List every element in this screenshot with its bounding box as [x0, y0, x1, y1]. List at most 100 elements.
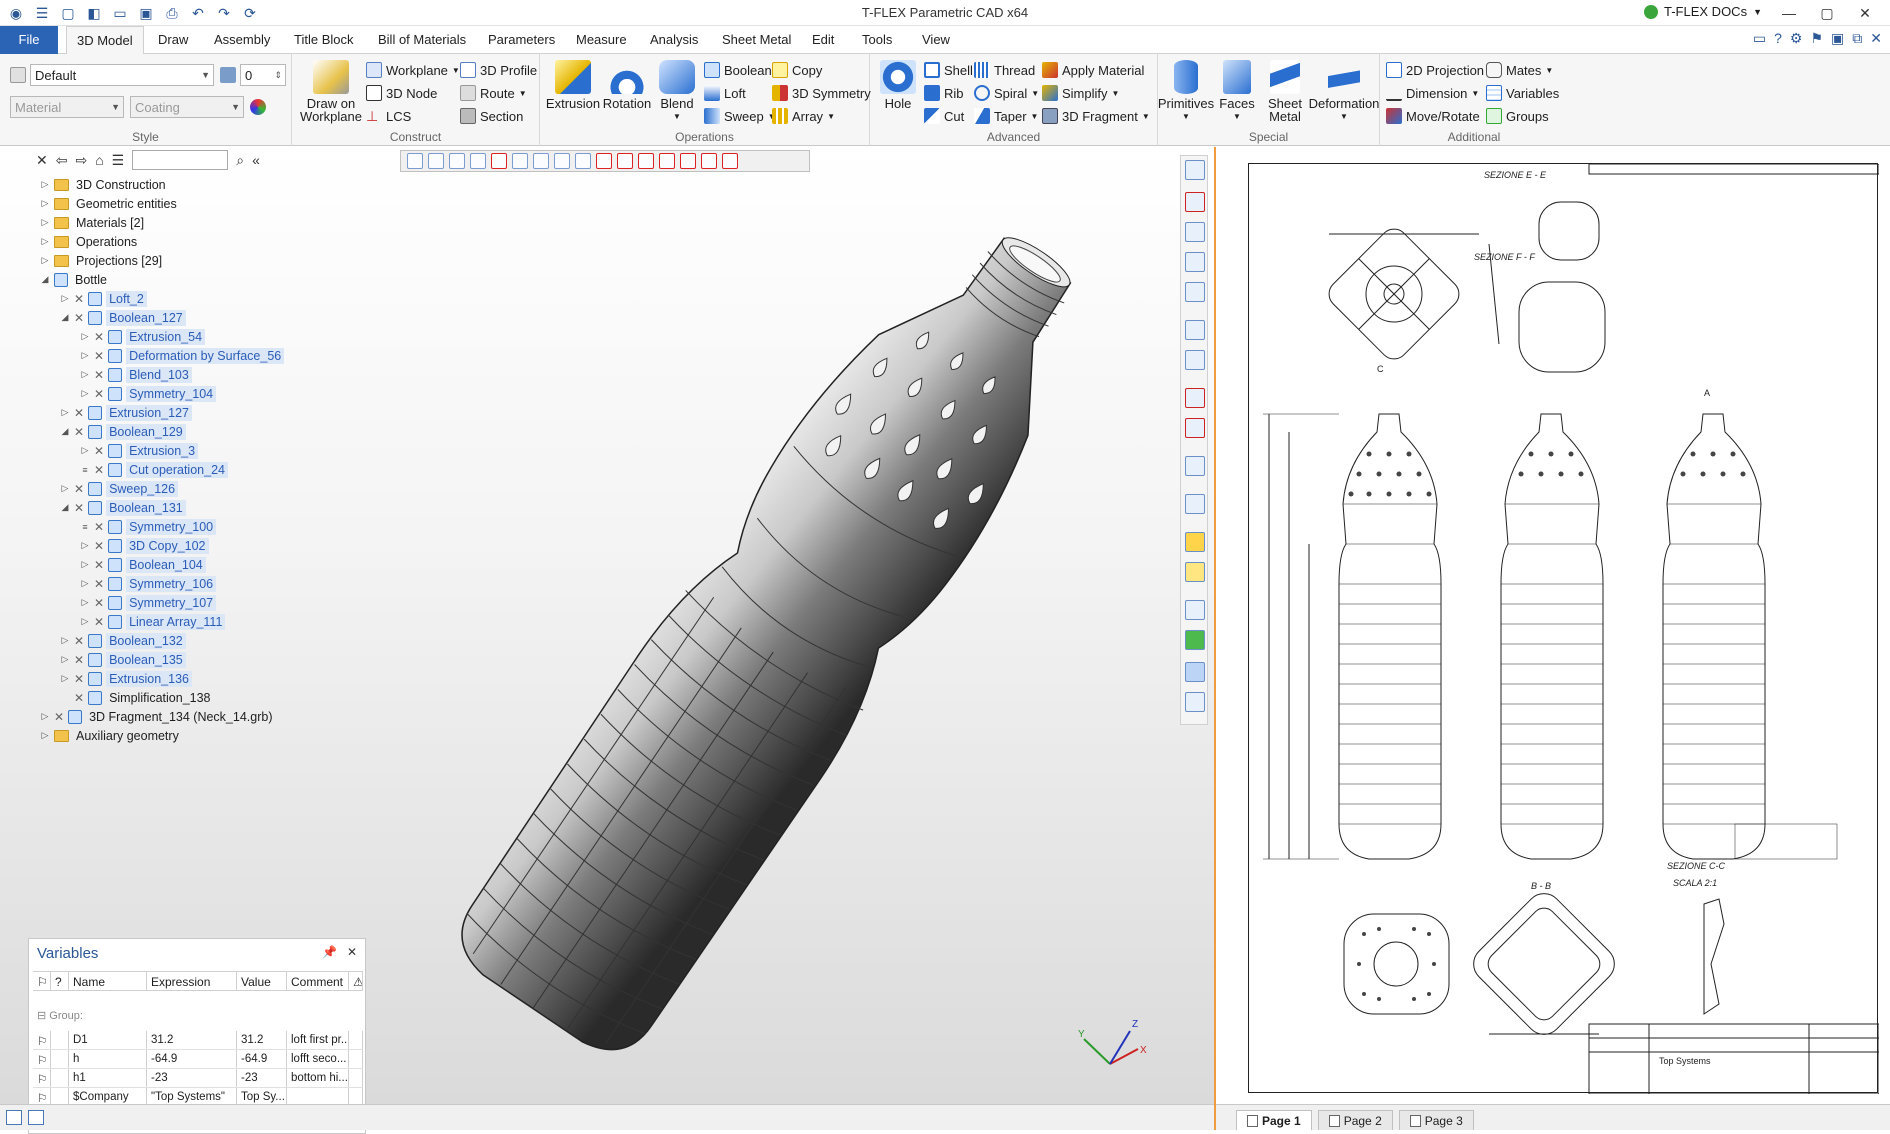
- search-icon[interactable]: ⌕: [236, 152, 244, 169]
- suppress-icon[interactable]: ✕: [74, 482, 84, 496]
- select-surface-icon[interactable]: [638, 153, 654, 169]
- docs-indicator[interactable]: T-FLEX DOCs ▼: [1644, 4, 1762, 19]
- suppress-icon[interactable]: ✕: [74, 672, 84, 686]
- suppress-icon[interactable]: ✕: [94, 463, 104, 477]
- expression-cell[interactable]: -23: [147, 1069, 237, 1087]
- cut-button[interactable]: Cut: [924, 108, 964, 124]
- expand-toggle-icon[interactable]: ≡: [80, 522, 90, 532]
- hide-icon[interactable]: [1185, 320, 1205, 340]
- show-icon[interactable]: [1185, 350, 1205, 370]
- suppress-icon[interactable]: ✕: [94, 387, 104, 401]
- color-icon[interactable]: [250, 99, 266, 115]
- window-list-icon[interactable]: ▭: [1753, 30, 1766, 47]
- list-view-icon[interactable]: ☰: [112, 152, 125, 169]
- tab-tools[interactable]: Tools: [852, 26, 902, 54]
- expand-toggle-icon[interactable]: ▷: [80, 445, 90, 456]
- deformation-button[interactable]: Deformation ▼: [1308, 60, 1380, 123]
- 3d-symmetry-button[interactable]: 3D Symmetry: [772, 85, 871, 101]
- loft-button[interactable]: Loft: [704, 85, 746, 101]
- face-icon[interactable]: [1185, 562, 1205, 582]
- tab-parameters[interactable]: Parameters: [478, 26, 565, 54]
- sweep-button[interactable]: Sweep▼: [704, 108, 776, 124]
- collapse-panel-icon[interactable]: «: [252, 152, 260, 168]
- layout-icon[interactable]: ▣: [1831, 30, 1844, 47]
- tree-node[interactable]: ▷ Materials [2]: [40, 213, 147, 232]
- help-icon[interactable]: ?: [1774, 30, 1782, 47]
- expand-toggle-icon[interactable]: ◢: [60, 312, 70, 323]
- tree-node[interactable]: ▷ ✕ 3D Copy_102: [80, 536, 209, 555]
- expand-toggle-icon[interactable]: ▷: [40, 179, 50, 190]
- shading-icon[interactable]: [1185, 630, 1205, 650]
- select-loop-icon[interactable]: [575, 153, 591, 169]
- restore-icon[interactable]: ⧉: [1852, 30, 1862, 47]
- expression-cell[interactable]: -64.9: [147, 1050, 237, 1068]
- suppress-icon[interactable]: ✕: [74, 406, 84, 420]
- select-edge-icon[interactable]: [533, 153, 549, 169]
- suppress-icon[interactable]: ✕: [94, 596, 104, 610]
- expand-toggle-icon[interactable]: ▷: [80, 578, 90, 589]
- faces-button[interactable]: Faces ▼: [1214, 60, 1260, 123]
- tree-node[interactable]: ▷ ✕ 3D Fragment_134 (Neck_14.grb): [40, 707, 276, 726]
- expand-toggle-icon[interactable]: ◢: [60, 426, 70, 437]
- bottle-model[interactable]: [370, 172, 1160, 1102]
- col-value[interactable]: Value: [237, 972, 287, 990]
- style-combo[interactable]: Default ▼: [30, 64, 214, 86]
- check-red-icon[interactable]: [1185, 388, 1205, 408]
- expand-toggle-icon[interactable]: ▷: [60, 654, 70, 665]
- 3d-fragment-button[interactable]: 3D Fragment ▼: [1042, 108, 1150, 124]
- tree-node[interactable]: ≡ ✕ Cut operation_24: [80, 460, 228, 479]
- suppress-icon[interactable]: ✕: [94, 520, 104, 534]
- minimize-button[interactable]: —: [1770, 2, 1808, 24]
- tab-file[interactable]: File: [0, 26, 58, 54]
- select-fragment-icon[interactable]: [701, 153, 717, 169]
- suppress-icon[interactable]: ✕: [94, 349, 104, 363]
- expand-toggle-icon[interactable]: ◢: [60, 502, 70, 513]
- expand-toggle-icon[interactable]: ▷: [40, 711, 50, 722]
- copy-button[interactable]: Copy: [772, 62, 822, 78]
- suppress-icon[interactable]: ✕: [74, 634, 84, 648]
- col-comment[interactable]: Comment: [287, 972, 349, 990]
- tree-node[interactable]: ▷ ✕ Deformation by Surface_56: [80, 346, 285, 365]
- expand-toggle-icon[interactable]: ▷: [80, 350, 90, 361]
- tree-node[interactable]: ◢ ✕ Boolean_131: [60, 498, 186, 517]
- select-wire-icon[interactable]: [659, 153, 675, 169]
- uncheck-icon[interactable]: [491, 153, 507, 169]
- zoom-window-icon[interactable]: [1185, 252, 1205, 272]
- section-view-icon[interactable]: [1185, 662, 1205, 682]
- tree-node[interactable]: ✕ Simplification_138: [60, 688, 214, 707]
- tab-3d-model[interactable]: 3D Model: [66, 26, 144, 55]
- tab-title-block[interactable]: Title Block: [284, 26, 363, 54]
- material-icon[interactable]: [1185, 532, 1205, 552]
- array-button[interactable]: Array ▼: [772, 108, 835, 124]
- 2d-projection-button[interactable]: 2D Projection: [1386, 62, 1484, 78]
- tree-node[interactable]: ◢ Bottle: [40, 270, 110, 289]
- tree-node[interactable]: ▷ ✕ Boolean_132: [60, 631, 186, 650]
- tree-node[interactable]: ▷ ✕ Boolean_104: [80, 555, 206, 574]
- tree-node[interactable]: ▷ Geometric entities: [40, 194, 180, 213]
- suppress-icon[interactable]: ✕: [94, 558, 104, 572]
- suppress-icon[interactable]: ✕: [74, 691, 84, 705]
- lcs-button[interactable]: ⊥ LCS: [366, 108, 411, 124]
- filter-icon[interactable]: [407, 153, 423, 169]
- rib-button[interactable]: Rib: [924, 85, 964, 101]
- expand-toggle-icon[interactable]: ▷: [40, 236, 50, 247]
- suppress-icon[interactable]: ✕: [74, 311, 84, 325]
- select-operation-icon[interactable]: [617, 153, 633, 169]
- apply-material-button[interactable]: Apply Material: [1042, 62, 1144, 78]
- rotation-button[interactable]: Rotation: [600, 60, 654, 110]
- tree-node[interactable]: ▷ ✕ Sweep_126: [60, 479, 179, 498]
- drawing-viewport[interactable]: SEZIONE E - E SEZIONE F - F A C B - B SE…: [1216, 147, 1890, 1130]
- back-icon[interactable]: ⇦: [56, 152, 68, 169]
- expand-toggle-icon[interactable]: ▷: [60, 407, 70, 418]
- tree-node[interactable]: ▷ ✕ Extrusion_127: [60, 403, 192, 422]
- zoom-all-icon[interactable]: [1185, 282, 1205, 302]
- check-icon[interactable]: [470, 153, 486, 169]
- groups-button[interactable]: Groups: [1486, 108, 1549, 124]
- thread-button[interactable]: Thread: [974, 62, 1035, 78]
- expand-toggle-icon[interactable]: ▷: [80, 369, 90, 380]
- settings-icon[interactable]: ⚙: [1790, 30, 1803, 47]
- expand-toggle-icon[interactable]: ▷: [80, 616, 90, 627]
- close-button[interactable]: ✕: [1846, 2, 1884, 24]
- tab-view[interactable]: View: [912, 26, 960, 54]
- spiral-button[interactable]: Spiral ▼: [974, 85, 1039, 101]
